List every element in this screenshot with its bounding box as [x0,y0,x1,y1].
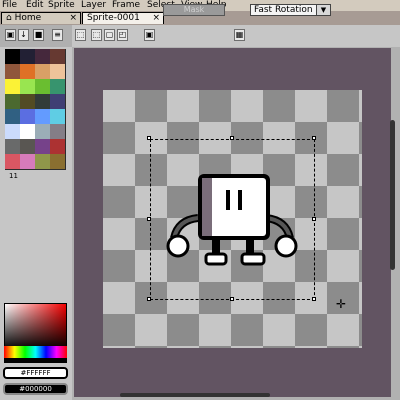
transform-handle[interactable] [147,136,151,140]
tab-sprite[interactable]: Sprite-0001 × [82,12,164,24]
swatch[interactable] [35,49,50,64]
rotation-algorithm-select[interactable]: Fast Rotation ▼ [250,4,331,16]
close-icon[interactable]: × [69,13,77,24]
transform-handle[interactable] [312,297,316,301]
swatch[interactable] [35,64,50,79]
background-color[interactable]: #000000 [3,383,68,395]
swatch[interactable] [5,124,20,139]
swatch[interactable] [5,109,20,124]
crosshair-cursor-icon: ✛ [336,297,347,311]
menu-edit[interactable]: Edit [26,0,43,11]
swatch[interactable] [5,94,20,109]
swatch[interactable] [50,79,65,94]
swatch[interactable] [50,64,65,79]
close-icon[interactable]: × [152,13,160,24]
swatch[interactable] [5,49,20,64]
transform-icon[interactable]: ▣ [144,29,155,41]
swatch[interactable] [35,139,50,154]
swatch[interactable] [5,154,20,169]
menu-sprite[interactable]: Sprite [48,0,75,11]
lock-icon[interactable]: ▣ [5,29,16,41]
palette-index-label: 11 [9,172,18,180]
horizontal-scrollbar[interactable] [120,393,270,397]
swatch[interactable] [35,79,50,94]
swatch[interactable] [50,154,65,169]
transform-handle[interactable] [312,136,316,140]
dashed-rect-icon[interactable]: ⬚ [91,29,102,41]
swatch[interactable] [50,139,65,154]
swatch[interactable] [20,139,35,154]
swatch[interactable] [35,124,50,139]
transform-handle[interactable] [230,297,234,301]
swatch[interactable] [50,94,65,109]
dashed-rect-icon[interactable]: ⬚ [75,29,86,41]
transform-handle[interactable] [230,136,234,140]
move-icon[interactable]: ▢ [104,29,115,41]
transform-handle[interactable] [147,297,151,301]
swatch[interactable] [35,154,50,169]
hue-slider[interactable] [4,346,67,358]
grid-icon[interactable]: ▦ [234,29,245,41]
selection-icon[interactable]: ◰ [117,29,128,41]
swatch[interactable] [50,124,65,139]
tab-home[interactable]: ⌂ Home × [1,12,81,24]
swatch[interactable] [20,79,35,94]
swatch[interactable] [20,64,35,79]
home-icon: ⌂ [6,13,15,23]
vertical-scrollbar[interactable] [390,120,395,270]
menu-icon[interactable]: ≡ [52,29,63,41]
menu-layer[interactable]: Layer [81,0,106,11]
swatch[interactable] [20,154,35,169]
swatch[interactable] [20,124,35,139]
swatch[interactable] [20,94,35,109]
foreground-color[interactable]: #FFFFFF [3,367,68,379]
rotation-select-value: Fast Rotation [254,5,313,15]
transform-handle[interactable] [147,217,151,221]
swatch[interactable] [35,109,50,124]
palette-toolbar: ▣ ↓ ■ ≡ [0,25,72,47]
arrow-down-icon[interactable]: ↓ [18,29,29,41]
chevron-down-icon[interactable]: ▼ [316,5,330,15]
mask-button[interactable]: Mask [163,4,225,16]
swatch[interactable] [20,109,35,124]
swatch[interactable] [35,94,50,109]
tab-sprite-label: Sprite-0001 [87,13,140,23]
swatch[interactable] [5,64,20,79]
swatch[interactable] [5,79,20,94]
context-toolbar: ⬚ ⬚ ▢ ◰ ▣ ▦ [72,25,400,48]
menu-frame[interactable]: Frame [112,0,140,11]
save-icon[interactable]: ■ [33,29,44,41]
swatch[interactable] [50,109,65,124]
selection-marquee[interactable] [150,139,315,300]
swatch[interactable] [5,139,20,154]
swatch[interactable] [50,49,65,64]
transform-handle[interactable] [312,217,316,221]
palette [5,49,66,170]
tab-home-label: Home [14,13,42,23]
menu-file[interactable]: File [2,0,17,11]
swatch[interactable] [20,49,35,64]
